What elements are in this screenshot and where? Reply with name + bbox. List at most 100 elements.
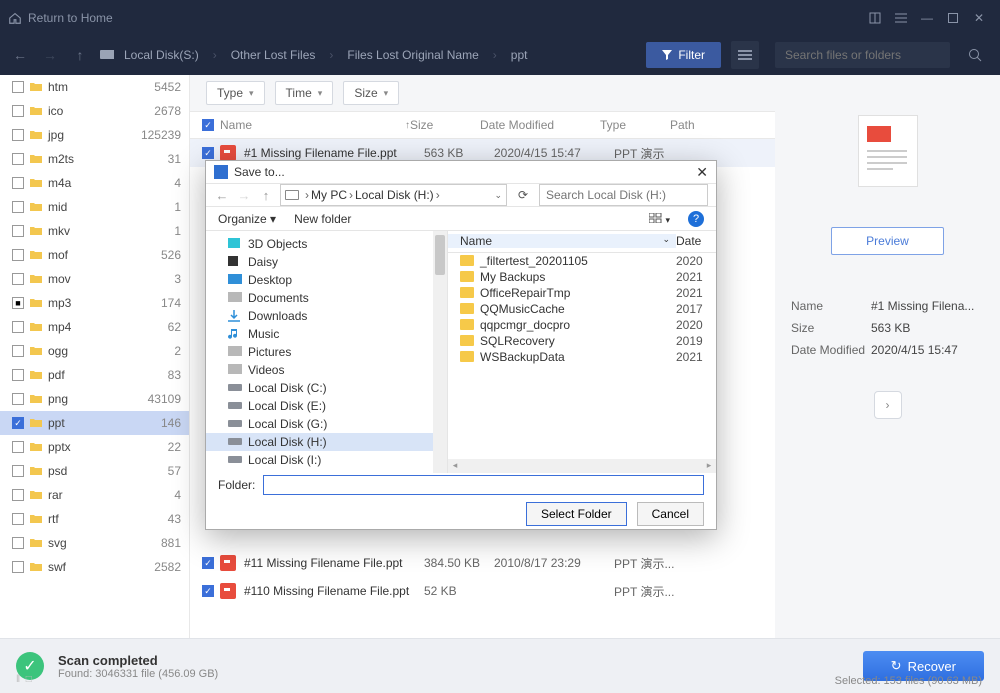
checkbox[interactable]: ✓	[12, 417, 24, 429]
next-page-button[interactable]: ›	[874, 391, 902, 419]
sidebar-item-label: rtf	[48, 512, 59, 526]
footer: ‖ □ ✓ Scan completed Found: 3046331 file…	[0, 638, 1000, 693]
checkbox[interactable]	[12, 441, 24, 453]
sidebar-item-count: 881	[161, 536, 181, 550]
checkbox[interactable]: ■	[12, 297, 24, 309]
file-row[interactable]: ✓ #1 Missing Filename File.ppt 563 KB 20…	[190, 139, 775, 167]
sidebar-item-count: 5452	[154, 80, 181, 94]
column-header: ✓ Name↑ Size Date Modified Type Path	[190, 111, 775, 139]
maximize-button[interactable]	[940, 5, 966, 31]
sidebar-item-swf[interactable]: swf 2582	[0, 555, 189, 579]
sidebar-item-jpg[interactable]: jpg 125239	[0, 123, 189, 147]
checkbox[interactable]	[12, 105, 24, 117]
sidebar-item-psd[interactable]: psd 57	[0, 459, 189, 483]
checkbox[interactable]	[12, 369, 24, 381]
col-size[interactable]: Size	[410, 118, 480, 132]
checkbox[interactable]	[12, 489, 24, 501]
checkbox[interactable]	[12, 177, 24, 189]
folder-icon	[30, 466, 42, 476]
file-checkbox[interactable]: ✓	[202, 147, 214, 159]
checkbox[interactable]	[12, 201, 24, 213]
preview-button[interactable]: Preview	[831, 227, 944, 255]
sidebar-item-m4a[interactable]: m4a 4	[0, 171, 189, 195]
sidebar-item-mof[interactable]: mof 526	[0, 243, 189, 267]
sidebar-item-htm[interactable]: htm 5452	[0, 75, 189, 99]
close-button[interactable]: ✕	[966, 5, 992, 31]
crumb-1[interactable]: Other Lost Files	[231, 48, 316, 62]
sidebar-item-mov[interactable]: mov 3	[0, 267, 189, 291]
sidebar-item-label: mid	[48, 200, 67, 214]
folder-icon	[30, 202, 42, 212]
col-path[interactable]: Path	[670, 118, 775, 132]
crumb-3[interactable]: ppt	[511, 48, 528, 62]
folder-icon	[30, 226, 42, 236]
checkbox[interactable]	[12, 561, 24, 573]
checkbox[interactable]	[12, 129, 24, 141]
selected-info: Selected: 153 files (90.63 MB)	[835, 675, 982, 687]
sidebar-item-pdf[interactable]: pdf 83	[0, 363, 189, 387]
time-dropdown[interactable]: Time	[275, 81, 334, 105]
file-name: #110 Missing Filename File.ppt	[244, 584, 424, 598]
search-input[interactable]	[775, 42, 950, 68]
sidebar-item-mkv[interactable]: mkv 1	[0, 219, 189, 243]
info-size-v: 563 KB	[871, 321, 984, 335]
checkbox[interactable]	[12, 153, 24, 165]
nav-up-icon[interactable]: ↑	[70, 47, 90, 63]
sidebar-item-m2ts[interactable]: m2ts 31	[0, 147, 189, 171]
file-checkbox[interactable]: ✓	[202, 557, 214, 569]
size-dropdown[interactable]: Size	[343, 81, 399, 105]
return-home-link[interactable]: Return to Home	[28, 11, 113, 25]
minimize-button[interactable]: —	[914, 5, 940, 31]
nav-forward-icon[interactable]: →	[40, 47, 60, 63]
filter-button[interactable]: Filter	[646, 42, 721, 68]
sidebar-item-pptx[interactable]: pptx 22	[0, 435, 189, 459]
file-checkbox[interactable]: ✓	[202, 585, 214, 597]
checkbox[interactable]	[12, 249, 24, 261]
col-type[interactable]: Type	[600, 118, 670, 132]
file-type: PPT 演示	[614, 145, 684, 162]
checkbox[interactable]	[12, 225, 24, 237]
sidebar-item-mp4[interactable]: mp4 62	[0, 315, 189, 339]
sidebar-item-ogg[interactable]: ogg 2	[0, 339, 189, 363]
sidebar-item-rtf[interactable]: rtf 43	[0, 507, 189, 531]
checkbox[interactable]	[12, 81, 24, 93]
home-icon[interactable]	[8, 11, 22, 25]
nav-back-icon[interactable]: ←	[10, 47, 30, 63]
sidebar-item-count: 43	[168, 512, 181, 526]
sidebar-item-count: 125239	[141, 128, 181, 142]
sidebar-item-ppt[interactable]: ✓ ppt 146	[0, 411, 189, 435]
checkbox[interactable]	[12, 513, 24, 525]
folder-icon	[30, 394, 42, 404]
col-name[interactable]: Name	[220, 118, 252, 132]
menu-icon[interactable]	[888, 5, 914, 31]
sidebar-item-mp3[interactable]: ■ mp3 174	[0, 291, 189, 315]
recover-label: Recover	[908, 659, 956, 674]
folder-icon	[30, 490, 42, 500]
sidebar-item-mid[interactable]: mid 1	[0, 195, 189, 219]
checkbox[interactable]	[12, 321, 24, 333]
checkbox[interactable]	[12, 537, 24, 549]
playback-controls[interactable]: ‖ □	[16, 674, 32, 685]
checkbox[interactable]	[12, 273, 24, 285]
checkbox[interactable]	[12, 345, 24, 357]
col-date[interactable]: Date Modified	[480, 118, 600, 132]
checkbox[interactable]	[12, 465, 24, 477]
layout-icon[interactable]	[862, 5, 888, 31]
sidebar-item-count: 174	[161, 296, 181, 310]
content: Type Time Size ✓ Name↑ Size Date Modifie…	[190, 75, 775, 638]
sidebar-item-svg[interactable]: svg 881	[0, 531, 189, 555]
view-list-icon[interactable]	[731, 41, 759, 69]
sidebar-item-rar[interactable]: rar 4	[0, 483, 189, 507]
crumb-disk[interactable]: Local Disk(S:)	[124, 48, 199, 62]
select-all-checkbox[interactable]: ✓	[202, 119, 214, 131]
file-row[interactable]: ✓ #110 Missing Filename File.ppt 52 KB P…	[190, 577, 775, 605]
type-dropdown[interactable]: Type	[206, 81, 265, 105]
folder-icon	[30, 82, 42, 92]
sidebar-item-label: svg	[48, 536, 67, 550]
sidebar-item-ico[interactable]: ico 2678	[0, 99, 189, 123]
file-row[interactable]: ✓ #11 Missing Filename File.ppt 384.50 K…	[190, 549, 775, 577]
sidebar-item-png[interactable]: png 43109	[0, 387, 189, 411]
search-icon[interactable]	[960, 48, 990, 62]
crumb-2[interactable]: Files Lost Original Name	[347, 48, 478, 62]
checkbox[interactable]	[12, 393, 24, 405]
